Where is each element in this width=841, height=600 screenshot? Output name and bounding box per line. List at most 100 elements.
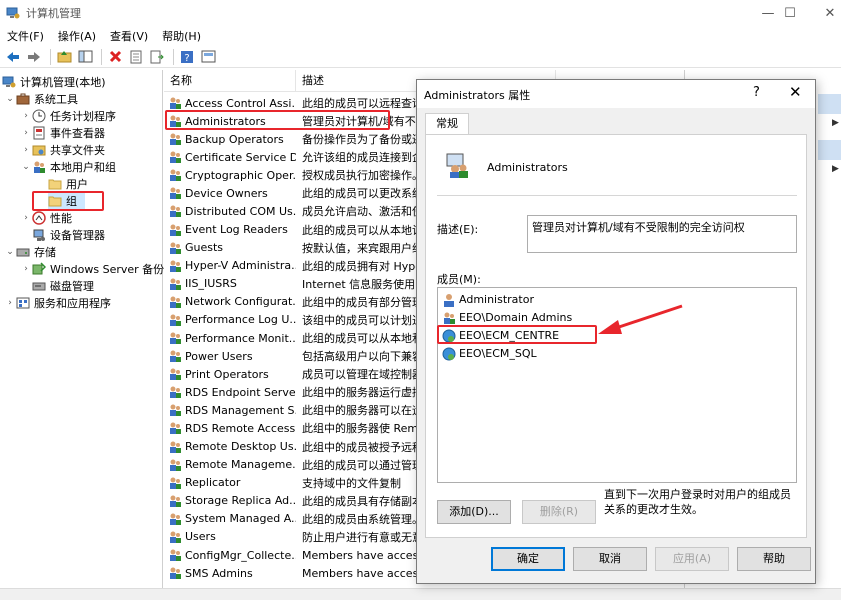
tab-general[interactable]: 常规: [425, 113, 469, 135]
tree-item-label: 计算机管理(本地): [20, 75, 106, 89]
delete-icon[interactable]: [106, 48, 124, 66]
group-name-cell: Access Control Assi...: [168, 96, 296, 110]
help-icon[interactable]: ?: [178, 48, 196, 66]
group-icon: [170, 404, 181, 417]
tree-item-local-users-groups[interactable]: ⌄ 本地用户和组: [20, 158, 116, 175]
tree-item-windows-server-backup[interactable]: › Windows Server 备份: [20, 260, 164, 277]
group-name-text: RDS Management S...: [185, 403, 296, 417]
help-button[interactable]: 帮助: [737, 547, 811, 571]
clock-icon: [32, 109, 46, 122]
performance-icon: [32, 210, 46, 225]
up-folder-icon[interactable]: [55, 48, 73, 66]
group-icon: [170, 531, 181, 543]
dialog-titlebar: Administrators 属性 ? ✕: [417, 80, 815, 108]
description-field[interactable]: 管理员对计算机/域有不受限制的完全访问权: [527, 215, 797, 253]
group-description-cell: 此组的成员由系统管理。: [302, 512, 422, 526]
annotation-box-ecm-centre: [437, 325, 597, 344]
chevron-right-icon[interactable]: ›: [4, 298, 16, 308]
group-description-cell: 此组中的服务器运行虚拟: [302, 386, 422, 400]
tree-item-disk-management[interactable]: 磁盘管理: [32, 277, 94, 294]
chevron-down-icon[interactable]: ⌄: [4, 247, 16, 257]
users-icon: [34, 161, 45, 173]
menu-file[interactable]: 文件(F): [0, 28, 51, 44]
member-item[interactable]: EEO\ECM_SQL: [442, 345, 537, 362]
group-name-cell: RDS Remote Access...: [168, 421, 296, 435]
actions-section-header[interactable]: [818, 94, 841, 114]
chevron-right-icon[interactable]: ›: [20, 111, 32, 121]
group-name-text: Backup Operators: [185, 132, 284, 146]
group-name-text: Performance Monit...: [185, 331, 296, 345]
menu-help[interactable]: 帮助(H): [155, 28, 208, 44]
folder-icon: [48, 179, 62, 189]
chevron-down-icon[interactable]: ⌄: [4, 94, 16, 104]
menu-view[interactable]: 查看(V): [103, 28, 155, 44]
tree-item-device-manager[interactable]: 设备管理器: [32, 226, 105, 243]
forward-arrow-icon[interactable]: [25, 48, 43, 66]
group-icon: [170, 133, 181, 146]
services-icon: [16, 297, 30, 308]
member-name: Administrator: [459, 293, 534, 306]
tree-item-services-applications[interactable]: › 服务和应用程序: [4, 294, 111, 311]
cancel-button[interactable]: 取消: [573, 547, 647, 571]
group-name-cell: Performance Monit...: [168, 331, 296, 345]
mmc-view-icon[interactable]: [199, 48, 217, 66]
tree-item-users[interactable]: 用户: [48, 175, 88, 192]
chevron-right-icon[interactable]: ›: [20, 213, 32, 223]
tree-item-system-tools[interactable]: ⌄ 系统工具: [4, 90, 78, 107]
group-description-cell: 此组中的成员被授予远程: [302, 440, 422, 454]
group-name-cell: Power Users: [168, 349, 296, 363]
group-description-cell: 此组中的服务器使 Remo: [302, 422, 422, 436]
tree-item-label: 共享文件夹: [50, 143, 105, 157]
apply-button[interactable]: 应用(A): [655, 547, 729, 571]
group-name-cell: Print Operators: [168, 367, 296, 381]
actions-section-header[interactable]: [818, 140, 841, 160]
export-list-icon[interactable]: [148, 48, 166, 66]
group-name-cell: Device Owners: [168, 186, 296, 200]
tree-item-storage[interactable]: ⌄ 存储: [4, 243, 56, 260]
member-item[interactable]: Administrator: [442, 291, 534, 308]
tree-item-computer-management[interactable]: 计算机管理(本地): [2, 73, 106, 90]
chevron-right-icon[interactable]: ▶: [832, 164, 839, 174]
user-icon: [444, 293, 454, 307]
column-header-name[interactable]: 名称: [164, 70, 296, 92]
close-window-button[interactable]: ✕: [810, 0, 841, 26]
group-icon: [170, 422, 181, 435]
group-icon: [170, 242, 181, 254]
chevron-right-icon[interactable]: ›: [20, 264, 32, 274]
tree-item-label: 用户: [66, 177, 88, 191]
chevron-right-icon[interactable]: ›: [20, 145, 32, 155]
group-name-cell: Network Configurat...: [168, 295, 296, 309]
group-description-cell: 此组的成员可以从本地和: [302, 332, 422, 346]
close-dialog-button[interactable]: ✕: [789, 83, 802, 101]
properties-icon[interactable]: [127, 48, 145, 66]
menu-action[interactable]: 操作(A): [51, 28, 103, 44]
show-hide-tree-icon[interactable]: [76, 48, 94, 66]
device-manager-icon: [33, 229, 45, 241]
add-member-button[interactable]: 添加(D)...: [437, 500, 511, 524]
chevron-right-icon[interactable]: ▶: [832, 118, 839, 128]
chevron-down-icon[interactable]: ⌄: [20, 162, 32, 172]
ok-button[interactable]: 确定: [491, 547, 565, 571]
tree-item-event-viewer[interactable]: › 事件查看器: [20, 124, 105, 141]
tree-item-performance[interactable]: › 性能: [20, 209, 72, 226]
group-name-text: Cryptographic Oper...: [185, 168, 296, 182]
group-name-cell: Remote Manageme...: [168, 458, 296, 472]
maximize-button[interactable]: ☐: [770, 0, 810, 26]
navigation-tree: 计算机管理(本地) ⌄ 系统工具 › 任务计划程序 › 事件查看器 › 共享文件…: [0, 70, 164, 588]
chevron-right-icon[interactable]: ›: [20, 128, 32, 138]
group-icon: [170, 386, 181, 399]
svg-text:?: ?: [184, 53, 189, 64]
group-icon: [170, 459, 181, 471]
group-icon: [170, 513, 181, 525]
group-name-text: RDS Remote Access...: [185, 421, 296, 435]
group-name-text: ConfigMgr_Collecte...: [185, 548, 296, 562]
group-name-cell: System Managed A...: [168, 512, 296, 526]
tree-item-shared-folders[interactable]: › 共享文件夹: [20, 141, 105, 158]
remove-member-button[interactable]: 删除(R): [522, 500, 596, 524]
group-name-text: Event Log Readers: [185, 223, 288, 237]
window-titlebar: 计算机管理: [0, 0, 841, 26]
help-question-button[interactable]: ?: [753, 85, 760, 100]
tree-item-task-scheduler[interactable]: › 任务计划程序: [20, 107, 116, 124]
back-arrow-icon[interactable]: [4, 48, 22, 66]
member-item[interactable]: EEO\Domain Admins: [442, 309, 572, 326]
